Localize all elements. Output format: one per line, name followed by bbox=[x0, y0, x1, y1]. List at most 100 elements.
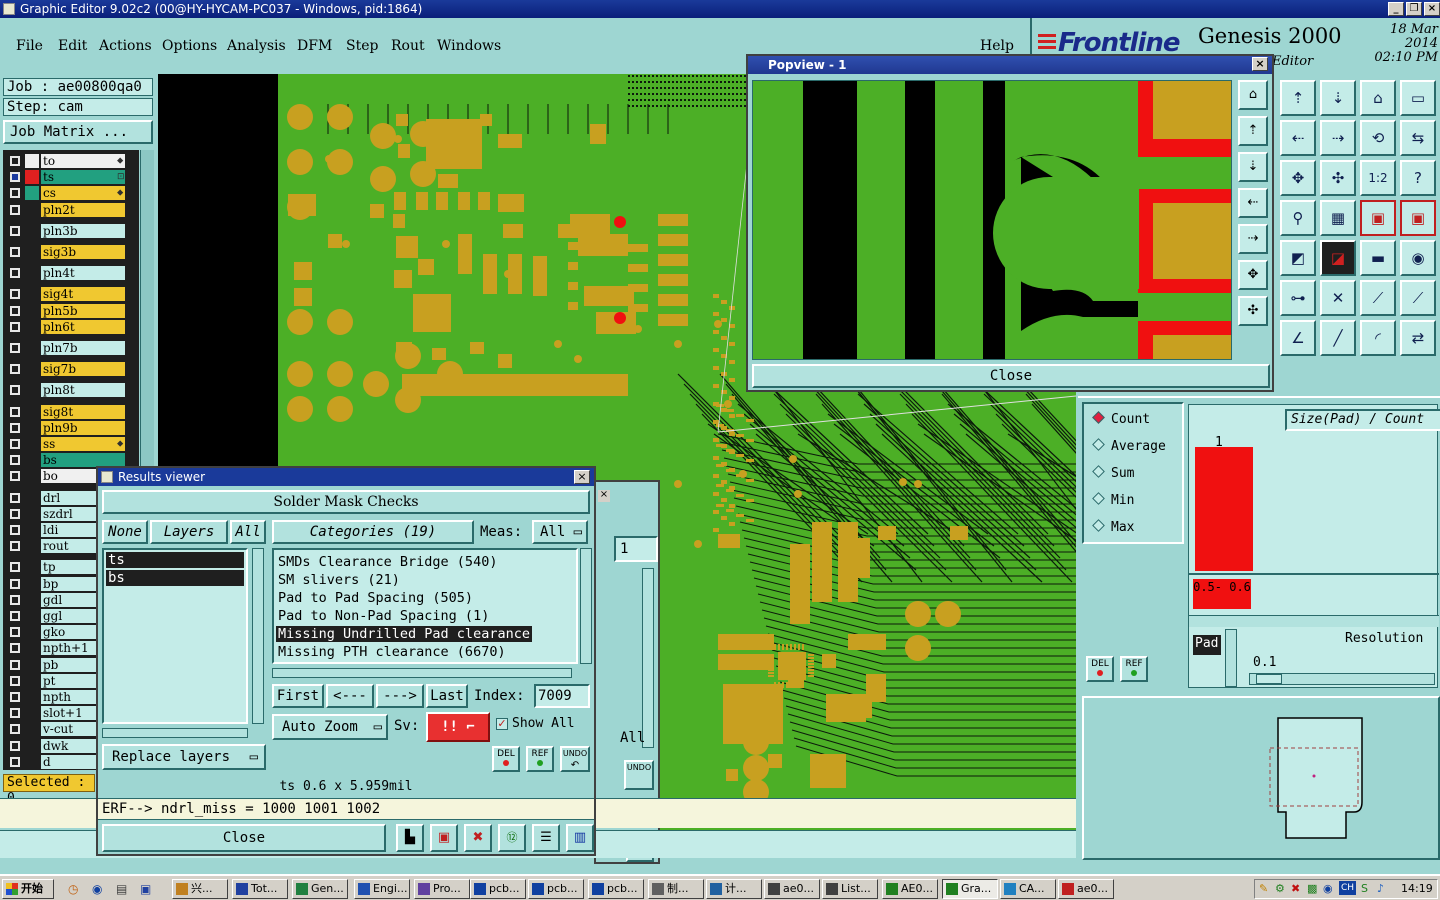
layer-row[interactable]: cs ⬥ bbox=[5, 186, 137, 201]
layer-checkbox[interactable] bbox=[10, 724, 20, 735]
pan-right-icon[interactable]: ⇢ bbox=[1320, 120, 1356, 156]
popview-zoom-in-icon[interactable]: ✥ bbox=[1238, 260, 1268, 290]
layer-row[interactable]: pln5b bbox=[5, 303, 137, 318]
stats-del-button[interactable]: DEL bbox=[1086, 656, 1114, 682]
taskbar-item[interactable]: 制... bbox=[648, 879, 704, 899]
layer-checkbox[interactable] bbox=[10, 492, 20, 503]
layer-name[interactable]: pln5b bbox=[41, 303, 125, 318]
taskbar-item[interactable]: List... bbox=[822, 879, 878, 899]
taskbar-item[interactable]: 兴... bbox=[172, 879, 228, 899]
severity-button[interactable]: !! ⌐ bbox=[426, 712, 490, 742]
layer-checkbox[interactable] bbox=[10, 692, 20, 702]
layer-checkbox[interactable] bbox=[10, 659, 20, 670]
layer-checkbox[interactable] bbox=[10, 406, 20, 417]
auto-zoom-dropdown[interactable]: Auto Zoom ▭ bbox=[272, 714, 388, 740]
taskbar-item[interactable]: CA... bbox=[1000, 879, 1056, 899]
layer-checkbox[interactable] bbox=[10, 225, 20, 236]
layer-checkbox[interactable] bbox=[10, 455, 20, 466]
category-item[interactable]: Missing Undrilled Pad clearance bbox=[276, 626, 532, 642]
stats-ref-button[interactable]: REF bbox=[1120, 656, 1148, 682]
layer-checkbox[interactable] bbox=[10, 578, 20, 589]
categories-hscrollbar[interactable] bbox=[272, 668, 572, 678]
layer-row[interactable]: sig4t bbox=[5, 287, 137, 302]
layer-name[interactable]: to bbox=[41, 154, 125, 168]
layer-checkbox[interactable] bbox=[10, 305, 20, 316]
clear-icon[interactable]: ✖ bbox=[464, 824, 492, 852]
list-icon[interactable]: ☰ bbox=[532, 824, 560, 852]
tray-input-method[interactable]: CH bbox=[1339, 881, 1357, 895]
categories-scrollbar[interactable] bbox=[580, 548, 592, 664]
layer-checkbox[interactable] bbox=[10, 343, 20, 353]
layer-checkbox[interactable] bbox=[10, 562, 20, 573]
layers-all-button[interactable]: All bbox=[230, 520, 266, 544]
resolution-slider[interactable] bbox=[1249, 673, 1435, 685]
layer-checkbox[interactable] bbox=[10, 247, 20, 257]
layer-name[interactable]: sig3b bbox=[41, 245, 125, 259]
layer-name[interactable]: sig4t bbox=[41, 287, 125, 302]
taskbar-item[interactable]: Pro... bbox=[414, 879, 470, 899]
background-dialog-undo-button[interactable]: UNDO bbox=[624, 760, 654, 790]
background-dialog-field[interactable]: 1 bbox=[614, 536, 658, 562]
quick-launch-browser-icon[interactable]: ◉ bbox=[92, 882, 102, 896]
highlight-icon[interactable]: ▙ bbox=[396, 824, 424, 852]
layer-name[interactable]: pln6t bbox=[41, 319, 125, 334]
layer-row[interactable]: ss ⬥ bbox=[5, 437, 137, 451]
layer-row[interactable]: sig3b bbox=[5, 245, 137, 259]
menu-file[interactable]: File bbox=[16, 38, 43, 54]
start-button[interactable]: 开始 bbox=[2, 879, 54, 899]
taskbar-item[interactable]: pcb... bbox=[470, 879, 526, 899]
pan-left-icon[interactable]: ⇠ bbox=[1280, 120, 1316, 156]
layers-none-button[interactable]: None bbox=[102, 520, 148, 544]
layer-row[interactable]: pln8t bbox=[5, 383, 137, 398]
flip-icon[interactable]: ⇄ bbox=[1400, 320, 1436, 356]
layer-checkbox[interactable] bbox=[10, 385, 20, 396]
command-line[interactable]: ERF--> ndrl_miss = 1000 1001 1002 bbox=[98, 798, 594, 820]
quick-launch-disk-icon[interactable]: ▣ bbox=[140, 882, 151, 896]
layer-checkbox[interactable] bbox=[10, 611, 20, 621]
histogram-icon[interactable]: ▥ bbox=[566, 824, 594, 852]
layer-name[interactable]: pln3b bbox=[41, 223, 125, 238]
layer-checkbox[interactable] bbox=[10, 172, 20, 183]
draw-icon[interactable]: ╱ bbox=[1320, 320, 1356, 356]
results-close-button[interactable]: Close bbox=[102, 824, 386, 852]
layer-name[interactable]: ss bbox=[41, 437, 125, 451]
angle-icon[interactable]: ∠ bbox=[1280, 320, 1316, 356]
layer-name[interactable]: pln9b bbox=[41, 420, 125, 435]
menu-edit[interactable]: Edit bbox=[58, 38, 87, 54]
histogram-bar[interactable] bbox=[1195, 447, 1253, 571]
move-icon[interactable]: ⇡ bbox=[1280, 80, 1316, 116]
layer-checkbox[interactable] bbox=[10, 675, 20, 686]
restore-button[interactable]: ❐ bbox=[1406, 2, 1422, 16]
layers-button[interactable]: Layers bbox=[150, 520, 228, 544]
layer-checkbox[interactable] bbox=[10, 740, 20, 751]
results-layer-hscrollbar[interactable] bbox=[102, 728, 248, 738]
tray-tool-icon[interactable]: ✎ bbox=[1259, 880, 1268, 898]
popview-zoom-home-icon[interactable]: ⌂ bbox=[1238, 80, 1268, 110]
popview-pan-left-icon[interactable]: ⇠ bbox=[1238, 188, 1268, 218]
category-item[interactable]: Pad to Non-Pad Spacing (1) bbox=[276, 608, 491, 624]
radio-max[interactable]: Max bbox=[1092, 519, 1134, 535]
layer-row[interactable]: pln7b bbox=[5, 341, 137, 355]
popview-close-icon[interactable]: × bbox=[1252, 57, 1268, 71]
home-icon[interactable]: ⌂ bbox=[1360, 80, 1396, 116]
taskbar-item[interactable]: Gen... bbox=[292, 879, 348, 899]
report-icon[interactable]: ▣ bbox=[430, 824, 458, 852]
undo-icon[interactable]: ⟲ bbox=[1360, 120, 1396, 156]
layer-name[interactable]: ts bbox=[41, 170, 125, 185]
tray-network-icon[interactable]: ▩ bbox=[1307, 880, 1317, 898]
connect-icon[interactable]: ⊶ bbox=[1280, 280, 1316, 316]
popview-pan-down-icon[interactable]: ⇣ bbox=[1238, 152, 1268, 182]
radio-min[interactable]: Min bbox=[1092, 492, 1134, 508]
results-del-button[interactable]: DEL bbox=[492, 746, 520, 772]
grid-toggle-icon[interactable]: ▦ bbox=[1320, 200, 1356, 236]
popview-canvas[interactable] bbox=[752, 80, 1232, 360]
results-ref-button[interactable]: REF bbox=[526, 746, 554, 772]
tray-security-icon[interactable]: S bbox=[1361, 880, 1368, 898]
results-layer-item[interactable]: bs bbox=[106, 570, 244, 586]
tray-clock[interactable]: 14:19 bbox=[1401, 880, 1433, 898]
ruler-icon[interactable]: ▬ bbox=[1360, 240, 1396, 276]
tray-globe-icon[interactable]: ◉ bbox=[1323, 880, 1333, 898]
layer-row[interactable]: pln3b bbox=[5, 223, 137, 238]
layer-checkbox[interactable] bbox=[10, 643, 20, 654]
cross-icon[interactable]: ✕ bbox=[1320, 280, 1356, 316]
